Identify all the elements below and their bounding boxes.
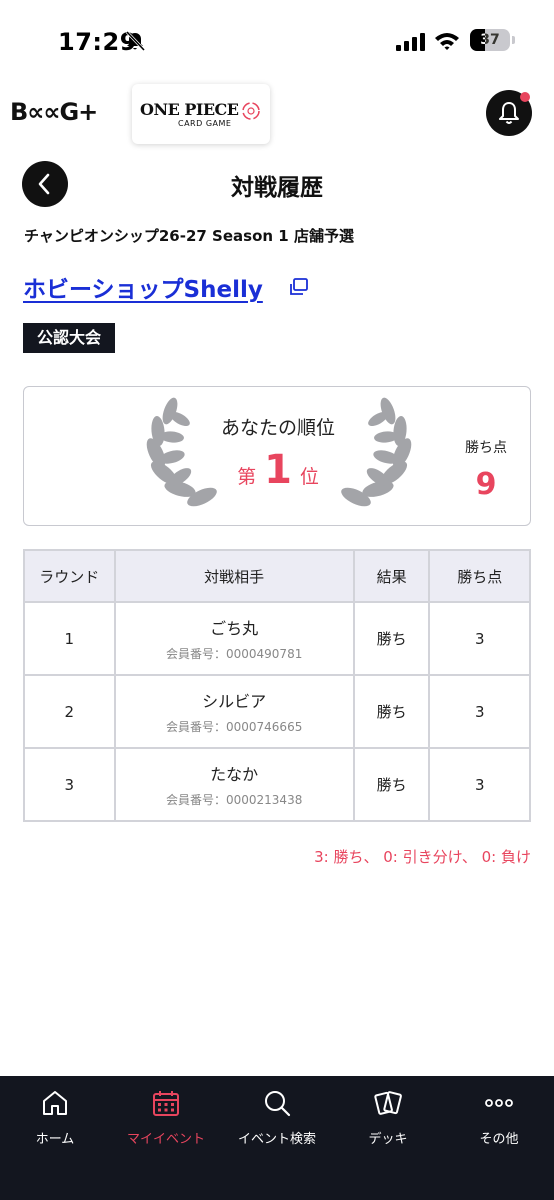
table-row: 2 シルビア 会員番号：0000746665 勝ち 3 — [23, 674, 531, 749]
score-legend: 3: 勝ち、 0: 引き分け、 0: 負け — [314, 848, 531, 866]
round-cell: 2 — [23, 674, 116, 749]
nav-item-my-events[interactable]: マイイベント — [111, 1076, 221, 1166]
battery-indicator: 37 — [470, 29, 516, 51]
more-icon — [485, 1099, 513, 1107]
header-round: ラウンド — [23, 549, 116, 603]
game-logo-subtitle: CARD GAME — [178, 119, 232, 128]
event-name: チャンピオンシップ26-27 Season 1 店舗予選 — [24, 227, 354, 245]
opponent-name: シルビア — [202, 692, 267, 711]
opponent-cell: ごち丸 会員番号：0000490781 — [113, 601, 355, 676]
opponent-name: ごち丸 — [210, 619, 259, 638]
header-opponent: 対戦相手 — [113, 549, 355, 603]
wifi-icon — [435, 33, 459, 50]
result-cell: 勝ち — [352, 601, 431, 676]
points-cell: 3 — [428, 674, 531, 749]
nav-item-more[interactable]: その他 — [444, 1076, 554, 1166]
member-id: 会員番号：0000746665 — [116, 718, 353, 735]
round-cell: 1 — [23, 601, 116, 676]
result-cell: 勝ち — [352, 674, 431, 749]
member-id-label: 会員番号： — [165, 793, 226, 807]
nav-label-deck: デッキ — [368, 1132, 408, 1147]
emblem-icon — [242, 102, 260, 120]
points-cell: 3 — [428, 601, 531, 676]
results-table: ラウンド 対戦相手 結果 勝ち点 1 ごち丸 会員番号：0000490781 勝… — [23, 549, 531, 822]
bell-muted-icon — [125, 30, 146, 52]
nav-item-deck[interactable]: デッキ — [333, 1076, 443, 1166]
result-cell: 勝ち — [352, 747, 431, 822]
status-bar: 17:29 37 — [0, 0, 554, 78]
points-cell: 3 — [428, 747, 531, 822]
app-header: B∝∝G+ ONE PIECE CARD GAME — [0, 82, 554, 146]
cards-icon — [374, 1091, 402, 1115]
nav-label-home: ホーム — [35, 1132, 75, 1147]
rank-number: 1 — [264, 447, 292, 493]
member-id-value: 0000213438 — [225, 793, 303, 807]
points-value: 9 — [475, 467, 497, 502]
rank-label: あなたの順位 — [220, 417, 335, 439]
nav-item-home[interactable]: ホーム — [0, 1076, 110, 1166]
notification-badge — [520, 92, 530, 102]
table-row: 3 たなか 会員番号：0000213438 勝ち 3 — [23, 747, 531, 822]
round-cell: 3 — [23, 747, 116, 822]
shop-link[interactable]: ホビーショップShelly — [23, 270, 263, 304]
rank-prefix: 第 — [237, 466, 257, 488]
rank-card: あなたの順位 第1位 勝ち点 9 — [23, 386, 531, 526]
external-link-icon[interactable] — [288, 276, 310, 298]
nav-label-event-search: イベント検索 — [237, 1132, 316, 1147]
header-result: 結果 — [352, 549, 431, 603]
bottom-nav: ホーム マイイベント イベント検索 デッキ その他 — [0, 1076, 554, 1200]
points-label: 勝ち点 — [465, 440, 507, 456]
nav-item-event-search[interactable]: イベント検索 — [222, 1076, 332, 1166]
member-id-value: 0000746665 — [225, 720, 303, 734]
member-id-label: 会員番号： — [165, 720, 226, 734]
opponent-cell: たなか 会員番号：0000213438 — [113, 747, 355, 822]
bell-icon — [499, 102, 519, 124]
member-id-value: 0000490781 — [225, 647, 303, 661]
table-header-row: ラウンド 対戦相手 結果 勝ち点 — [23, 549, 531, 603]
table-row: 1 ごち丸 会員番号：0000490781 勝ち 3 — [23, 601, 531, 676]
nav-label-more: その他 — [479, 1132, 519, 1147]
notification-button[interactable] — [486, 90, 532, 136]
search-icon — [265, 1091, 291, 1117]
nav-label-my-events: マイイベント — [126, 1132, 205, 1147]
official-tournament-badge: 公認大会 — [23, 323, 116, 353]
member-id: 会員番号：0000490781 — [116, 645, 353, 662]
page-title: 対戦履歴 — [231, 175, 323, 201]
calendar-icon — [153, 1091, 179, 1116]
header-points: 勝ち点 — [428, 549, 531, 603]
battery-level-text: 37 — [480, 32, 500, 48]
one-piece-logo[interactable]: ONE PIECE CARD GAME — [132, 84, 270, 144]
game-logo-title: ONE PIECE — [140, 100, 239, 119]
member-id-label: 会員番号： — [165, 647, 226, 661]
brand-logo[interactable]: B∝∝G+ — [10, 98, 98, 126]
home-icon — [43, 1091, 67, 1115]
rank-suffix: 位 — [299, 466, 319, 488]
member-id: 会員番号：0000213438 — [116, 791, 353, 808]
opponent-name: たなか — [210, 765, 259, 784]
opponent-cell: シルビア 会員番号：0000746665 — [113, 674, 355, 749]
cellular-signal-icon — [396, 33, 425, 51]
